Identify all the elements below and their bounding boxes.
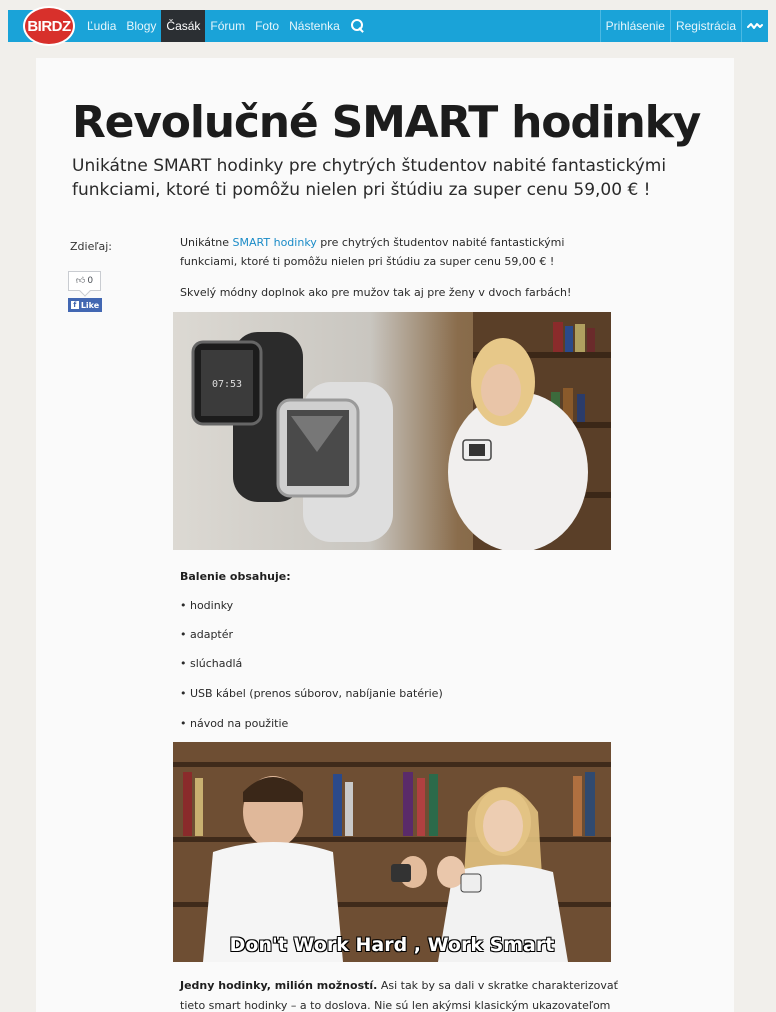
nav-item-forum[interactable]: Fórum xyxy=(205,10,250,42)
package-item: • návod na použitie xyxy=(180,717,289,730)
smart-hodinky-link[interactable]: SMART hodinky xyxy=(233,236,317,249)
like-count: 0 xyxy=(87,276,94,286)
package-item: • adaptér xyxy=(180,628,234,641)
article-subtitle: Unikátne SMART hodinky pre chytrých štud… xyxy=(72,156,667,200)
package-heading: Balenie obsahuje: xyxy=(180,570,291,583)
activity-button[interactable] xyxy=(741,10,768,42)
article-title: Revolučné SMART hodinky xyxy=(72,97,701,148)
smartwatch-illustration: 07:53 xyxy=(191,312,611,550)
nav-item-nastenka[interactable]: Nástenka xyxy=(284,10,345,42)
site-logo[interactable]: BIRDZ xyxy=(23,6,75,46)
nav-item-casak[interactable]: Časák xyxy=(161,10,206,42)
image-caption: Don't Work Hard , Work Smart xyxy=(229,934,555,956)
top-navbar: BIRDZ Ľudia Blogy Časák Fórum Foto Náste… xyxy=(8,6,768,46)
closing-paragraph: Jedny hodinky, milión možností. Asi tak … xyxy=(180,976,620,1012)
search-icon xyxy=(350,18,366,34)
intro-text-start: Unikátne xyxy=(180,236,233,249)
account-nav: Prihlásenie Registrácia xyxy=(599,10,768,42)
intro-paragraph: Unikátne SMART hodinky pre chytrých štud… xyxy=(180,233,620,271)
students-thumbs-up-image: Don't Work Hard , Work Smart xyxy=(173,742,611,962)
package-item: • hodinky xyxy=(180,599,234,612)
share-label: Zdieľaj: xyxy=(70,240,112,253)
login-link[interactable]: Prihlásenie xyxy=(599,10,670,42)
like-count-box: 👍︎ 0 xyxy=(68,271,101,291)
paragraph-two: Skvelý módny doplnok ako pre mužov tak a… xyxy=(180,286,572,299)
students-illustration xyxy=(173,742,611,962)
nav-item-foto[interactable]: Foto xyxy=(250,10,284,42)
closing-bold-text: Jedny hodinky, milión možností. xyxy=(180,979,378,992)
register-link[interactable]: Registrácia xyxy=(669,10,741,42)
activity-wave-icon xyxy=(747,23,763,29)
search-button[interactable] xyxy=(345,10,371,42)
facebook-icon: f xyxy=(70,301,79,309)
article-card: Revolučné SMART hodinky Unikátne SMART h… xyxy=(36,58,734,1012)
package-item: • USB kábel (prenos súborov, nabíjanie b… xyxy=(180,687,443,700)
thumbs-up-icon: 👍︎ xyxy=(75,276,86,286)
smartwatch-product-image: 07:53 xyxy=(173,312,611,550)
main-nav: Ľudia Blogy Časák Fórum Foto Nástenka xyxy=(82,10,371,42)
package-item: • slúchadlá xyxy=(180,657,243,670)
facebook-like-button[interactable]: f Like xyxy=(68,298,102,312)
nav-item-blogy[interactable]: Blogy xyxy=(121,10,161,42)
svg-text:07:53: 07:53 xyxy=(212,379,242,390)
facebook-like-label: Like xyxy=(80,300,100,310)
nav-item-ludia[interactable]: Ľudia xyxy=(82,10,121,42)
